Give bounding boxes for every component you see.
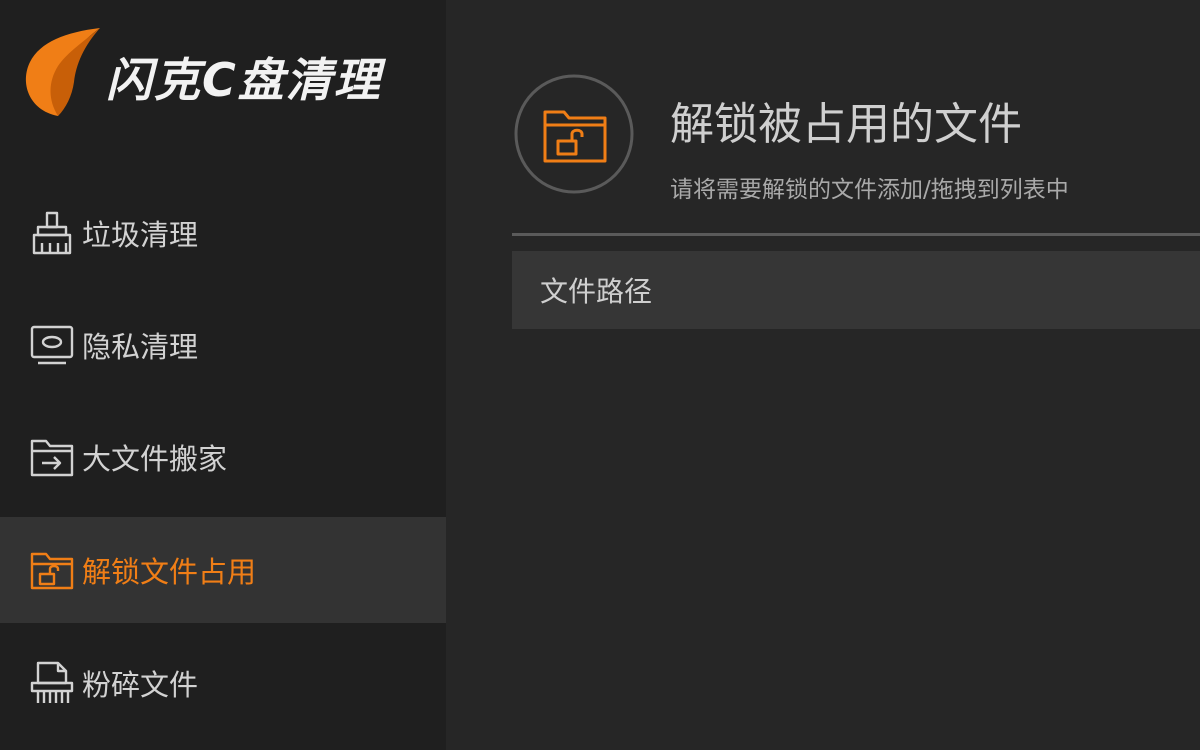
flame-leaf-logo-icon (25, 28, 100, 116)
page-title: 解锁被占用的文件 (670, 99, 1022, 150)
sidebar-item-label: 垃圾清理 (82, 218, 199, 252)
column-header-file-path[interactable]: 文件路径 (540, 270, 652, 310)
folder-unlock-icon (30, 552, 74, 590)
sidebar-item-large-file-move[interactable]: 大文件搬家 (0, 404, 446, 510)
page-subtitle: 请将需要解锁的文件添加/拖拽到列表中 (670, 177, 1069, 203)
shredder-icon (30, 661, 74, 703)
sidebar-item-shred-file[interactable]: 粉碎文件 (0, 630, 446, 736)
sidebar-item-privacy-clean[interactable]: 隐私清理 (0, 292, 446, 398)
monitor-privacy-icon (30, 325, 74, 365)
sidebar-item-label: 解锁文件占用 (82, 555, 257, 589)
folder-move-icon (30, 439, 74, 477)
app-window: 闪克C盘清理 垃圾清理 隐私清理 大文件搬家 解锁文件占用 粉碎文件 解锁被占用… (0, 0, 1200, 750)
sidebar: 闪克C盘清理 垃圾清理 隐私清理 大文件搬家 解锁文件占用 粉碎文件 (0, 0, 446, 750)
app-logo: 闪克C盘清理 (18, 24, 418, 124)
header-divider (512, 233, 1200, 236)
sidebar-item-label: 粉碎文件 (82, 668, 199, 702)
folder-unlock-icon (514, 74, 634, 194)
file-table-header: 文件路径 (512, 251, 1200, 329)
sidebar-item-label: 大文件搬家 (82, 442, 228, 476)
app-logo-text: 闪克C盘清理 (106, 53, 382, 107)
file-table-body[interactable] (512, 329, 1200, 750)
sidebar-item-junk-clean[interactable]: 垃圾清理 (0, 180, 446, 286)
main-panel: 解锁被占用的文件 请将需要解锁的文件添加/拖拽到列表中 文件路径 (446, 0, 1200, 750)
sidebar-item-unlock-file[interactable]: 解锁文件占用 (0, 517, 446, 623)
broom-icon (32, 211, 72, 255)
sidebar-item-label: 隐私清理 (82, 330, 199, 364)
